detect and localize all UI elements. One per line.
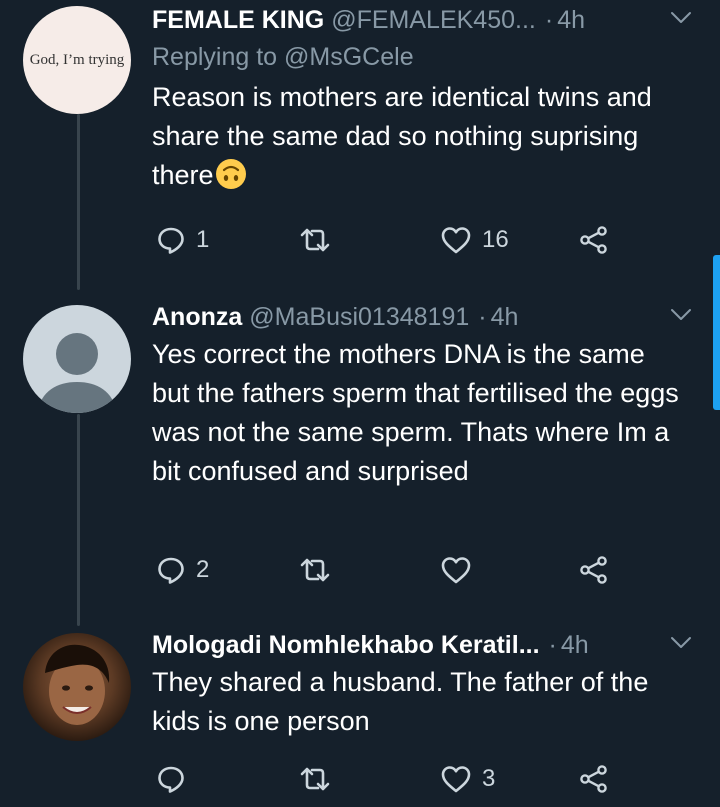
reply-count: 1	[196, 226, 210, 253]
separator-dot: ·	[548, 631, 557, 659]
tweet-header: FEMALE KING @FEMALEK450... · 4h	[152, 2, 720, 38]
scrollbar[interactable]	[713, 255, 720, 410]
heart-icon	[441, 227, 471, 254]
share-icon	[580, 765, 607, 793]
tweet-text: They shared a husband. The father of the…	[152, 667, 649, 736]
timestamp[interactable]: 4h	[561, 627, 589, 663]
timestamp[interactable]: 4h	[491, 299, 519, 335]
avatar[interactable]	[23, 633, 131, 741]
tweet[interactable]: Mologadi Nomhlekhabo Keratil... · 4h The…	[0, 620, 720, 807]
share-button[interactable]	[578, 220, 610, 260]
tweet-header: Mologadi Nomhlekhabo Keratil... · 4h	[152, 627, 720, 663]
separator-dot: ·	[478, 303, 487, 331]
reply-count: 2	[196, 556, 210, 583]
chevron-down-icon[interactable]	[670, 636, 692, 650]
retweet-icon	[300, 767, 330, 791]
chevron-down-icon[interactable]	[670, 11, 692, 25]
avatar[interactable]: God, I’m trying	[23, 6, 131, 114]
heart-icon	[441, 557, 471, 584]
author-name[interactable]: Mologadi Nomhlekhabo Keratil...	[152, 627, 540, 663]
default-user-icon	[37, 333, 117, 413]
reply-icon	[158, 227, 184, 254]
chevron-down-icon[interactable]	[670, 308, 692, 322]
like-button[interactable]: 3	[440, 759, 495, 799]
replying-to-label: Replying to	[152, 43, 278, 71]
retweet-icon	[300, 228, 330, 252]
timestamp[interactable]: 4h	[557, 2, 585, 38]
tweet[interactable]: God, I’m trying FEMALE KING @FEMALEK450.…	[0, 0, 720, 290]
retweet-button[interactable]	[298, 759, 342, 799]
share-button[interactable]	[578, 759, 610, 799]
like-button[interactable]	[440, 550, 482, 590]
reply-mention-link[interactable]: @MsGCele	[284, 43, 414, 71]
author-handle[interactable]: @FEMALEK450...	[331, 2, 536, 38]
author-handle[interactable]: @MaBusi01348191	[249, 299, 469, 335]
share-icon	[580, 556, 607, 584]
separator-dot: ·	[544, 6, 554, 34]
like-count: 3	[482, 765, 496, 792]
heart-icon	[441, 766, 471, 793]
tweet-text: Reason is mothers are identical twins an…	[152, 78, 682, 195]
profile-photo-icon	[45, 644, 110, 725]
tweet[interactable]: Anonza @MaBusi01348191 · 4h Yes correct …	[0, 290, 720, 620]
avatar-text: God, I’m trying	[29, 51, 125, 68]
like-count: 16	[482, 226, 509, 253]
tweet-header: Anonza @MaBusi01348191 · 4h	[152, 299, 720, 335]
retweet-icon	[300, 558, 330, 582]
reply-icon	[158, 766, 184, 793]
like-button[interactable]: 16	[440, 220, 509, 260]
upside-down-face-icon	[215, 159, 246, 189]
replying-to: Replying to @MsGCele	[152, 38, 720, 76]
avatar[interactable]	[23, 305, 131, 413]
reply-button[interactable]: 2	[156, 550, 209, 590]
author-name[interactable]: Anonza	[152, 299, 242, 335]
retweet-button[interactable]	[298, 220, 342, 260]
tweet-text: Yes correct the mothers DNA is the same …	[152, 339, 679, 486]
reply-button[interactable]: 1	[156, 220, 209, 260]
tweet-thread: God, I’m trying FEMALE KING @FEMALEK450.…	[0, 0, 720, 807]
share-icon	[580, 226, 607, 254]
author-name[interactable]: FEMALE KING	[152, 2, 324, 38]
reply-icon	[158, 557, 184, 584]
reply-button[interactable]	[156, 759, 196, 799]
retweet-button[interactable]	[298, 550, 342, 590]
share-button[interactable]	[578, 550, 610, 590]
